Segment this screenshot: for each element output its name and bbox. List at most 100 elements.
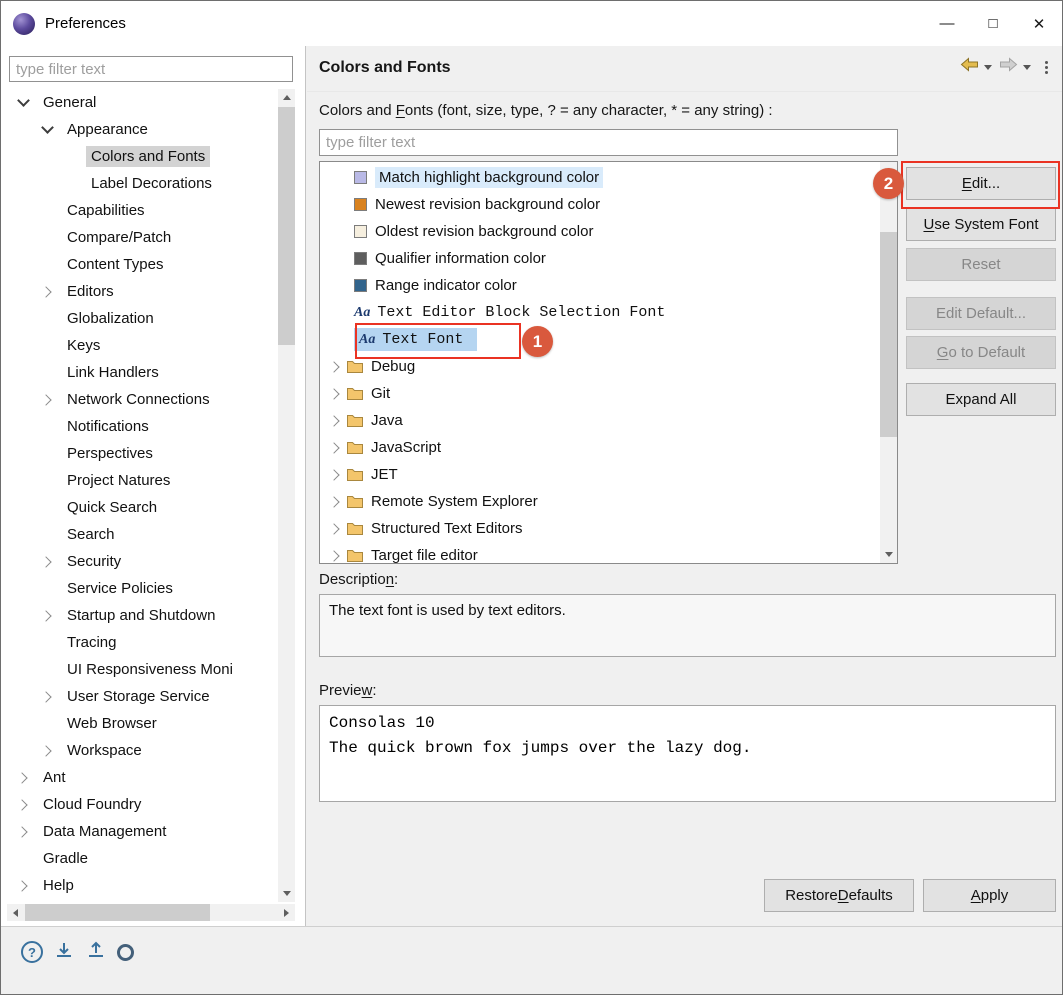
font-item-row[interactable]: AaText Editor Block Selection Font bbox=[320, 299, 897, 326]
scrollbar-thumb[interactable] bbox=[25, 904, 210, 921]
forward-history-dropdown-icon[interactable] bbox=[1023, 59, 1033, 75]
color-item-row[interactable]: Qualifier information color bbox=[320, 245, 897, 272]
tree-item-editors[interactable]: Editors bbox=[2, 278, 278, 305]
export-preferences-icon[interactable] bbox=[85, 941, 107, 960]
tree-item-web-browser[interactable]: Web Browser bbox=[2, 710, 278, 737]
scroll-up-icon[interactable] bbox=[278, 89, 295, 106]
reset-button[interactable]: Reset bbox=[906, 248, 1056, 281]
collapse-chevron-icon[interactable] bbox=[16, 764, 38, 791]
indent-spacer bbox=[40, 440, 62, 467]
tree-item-workspace[interactable]: Workspace bbox=[2, 737, 278, 764]
tree-item-data-management[interactable]: Data Management bbox=[2, 818, 278, 845]
restore-defaults-button[interactable]: Restore Defaults bbox=[764, 879, 914, 912]
collapse-chevron-icon[interactable] bbox=[40, 548, 62, 575]
collapse-chevron-icon[interactable] bbox=[328, 461, 346, 488]
tree-item-security[interactable]: Security bbox=[2, 548, 278, 575]
minimize-button[interactable]: — bbox=[924, 1, 970, 46]
collapse-chevron-icon[interactable] bbox=[40, 602, 62, 629]
edit-default-button[interactable]: Edit Default... bbox=[906, 297, 1056, 330]
tree-item-globalization[interactable]: Globalization bbox=[2, 305, 278, 332]
tree-item-general[interactable]: General bbox=[2, 89, 278, 116]
tree-item-perspectives[interactable]: Perspectives bbox=[2, 440, 278, 467]
tree-item-ui-responsiveness[interactable]: UI Responsiveness Moni bbox=[2, 656, 278, 683]
import-preferences-icon[interactable] bbox=[53, 941, 75, 960]
apply-button[interactable]: Apply bbox=[923, 879, 1056, 912]
tree-item-keys[interactable]: Keys bbox=[2, 332, 278, 359]
tree-item-quick-search[interactable]: Quick Search bbox=[2, 494, 278, 521]
tree-item-notifications[interactable]: Notifications bbox=[2, 413, 278, 440]
tree-item-startup-and-shutdown[interactable]: Startup and Shutdown bbox=[2, 602, 278, 629]
category-row-git[interactable]: Git bbox=[320, 380, 897, 407]
use-system-font-button[interactable]: Use System Font bbox=[906, 208, 1056, 241]
collapse-chevron-icon[interactable] bbox=[328, 407, 346, 434]
fonts-filter-input[interactable] bbox=[319, 129, 898, 156]
expand-chevron-icon[interactable] bbox=[40, 116, 62, 143]
forward-button[interactable] bbox=[999, 57, 1018, 77]
tree-item-label-decorations[interactable]: Label Decorations bbox=[2, 170, 278, 197]
color-item-row[interactable]: Match highlight background color bbox=[320, 164, 897, 191]
tree-item-link-handlers[interactable]: Link Handlers bbox=[2, 359, 278, 386]
collapse-chevron-icon[interactable] bbox=[328, 353, 346, 380]
tree-item-cloud-foundry[interactable]: Cloud Foundry bbox=[2, 791, 278, 818]
collapse-chevron-icon[interactable] bbox=[40, 683, 62, 710]
tree-item-project-natures[interactable]: Project Natures bbox=[2, 467, 278, 494]
category-row-java[interactable]: Java bbox=[320, 407, 897, 434]
tree-item-service-policies[interactable]: Service Policies bbox=[2, 575, 278, 602]
collapse-chevron-icon[interactable] bbox=[16, 818, 38, 845]
view-menu-icon[interactable] bbox=[1042, 59, 1050, 75]
tree-item-help[interactable]: Help bbox=[2, 872, 278, 899]
sidebar-vertical-scrollbar[interactable] bbox=[278, 89, 295, 902]
tree-item-search[interactable]: Search bbox=[2, 521, 278, 548]
collapse-chevron-icon[interactable] bbox=[328, 434, 346, 461]
preference-recorder-icon[interactable] bbox=[117, 944, 134, 961]
collapse-chevron-icon[interactable] bbox=[16, 791, 38, 818]
tree-item-gradle[interactable]: Gradle bbox=[2, 845, 278, 872]
collapse-chevron-icon[interactable] bbox=[328, 488, 346, 515]
color-item-row[interactable]: Newest revision background color bbox=[320, 191, 897, 218]
annotation-box-edit-button bbox=[901, 161, 1060, 209]
tree-item-network-connections[interactable]: Network Connections bbox=[2, 386, 278, 413]
sidebar-horizontal-scrollbar[interactable] bbox=[7, 904, 295, 921]
color-item-row[interactable]: Oldest revision background color bbox=[320, 218, 897, 245]
scrollbar-thumb[interactable] bbox=[278, 107, 295, 345]
scroll-down-icon[interactable] bbox=[278, 885, 295, 902]
back-history-dropdown-icon[interactable] bbox=[984, 59, 994, 75]
category-row-target-file-editor[interactable]: Target file editor bbox=[320, 542, 897, 564]
tree-item-content-types[interactable]: Content Types bbox=[2, 251, 278, 278]
window-controls: — □ ✕ bbox=[924, 1, 1062, 46]
collapse-chevron-icon[interactable] bbox=[40, 737, 62, 764]
tree-item-compare-patch[interactable]: Compare/Patch bbox=[2, 224, 278, 251]
tree-item-user-storage-service[interactable]: User Storage Service bbox=[2, 683, 278, 710]
maximize-button[interactable]: □ bbox=[970, 1, 1016, 46]
sidebar-filter-input[interactable] bbox=[9, 56, 293, 82]
collapse-chevron-icon[interactable] bbox=[40, 386, 62, 413]
tree-item-tracing[interactable]: Tracing bbox=[2, 629, 278, 656]
collapse-chevron-icon[interactable] bbox=[328, 515, 346, 542]
preferences-window: Preferences — □ ✕ General Appearance Col… bbox=[0, 0, 1063, 995]
scrollbar-thumb[interactable] bbox=[880, 232, 897, 437]
collapse-chevron-icon[interactable] bbox=[16, 872, 38, 899]
close-button[interactable]: ✕ bbox=[1016, 1, 1062, 46]
scroll-left-icon[interactable] bbox=[7, 904, 24, 921]
titlebar[interactable]: Preferences — □ ✕ bbox=[1, 1, 1062, 46]
expand-all-button[interactable]: Expand All bbox=[906, 383, 1056, 416]
tree-item-colors-and-fonts[interactable]: Colors and Fonts bbox=[2, 143, 278, 170]
expand-chevron-icon[interactable] bbox=[16, 89, 38, 116]
category-row-jet[interactable]: JET bbox=[320, 461, 897, 488]
help-icon[interactable]: ? bbox=[21, 941, 43, 963]
category-row-javascript[interactable]: JavaScript bbox=[320, 434, 897, 461]
scroll-right-icon[interactable] bbox=[278, 904, 295, 921]
tree-item-ant[interactable]: Ant bbox=[2, 764, 278, 791]
scroll-down-icon[interactable] bbox=[880, 546, 897, 563]
collapse-chevron-icon[interactable] bbox=[328, 380, 346, 407]
back-button[interactable] bbox=[960, 57, 979, 77]
collapse-chevron-icon[interactable] bbox=[40, 278, 62, 305]
tree-item-capabilities[interactable]: Capabilities bbox=[2, 197, 278, 224]
category-row-remote-system-explorer[interactable]: Remote System Explorer bbox=[320, 488, 897, 515]
list-vertical-scrollbar[interactable] bbox=[880, 162, 897, 563]
tree-item-appearance[interactable]: Appearance bbox=[2, 116, 278, 143]
collapse-chevron-icon[interactable] bbox=[328, 542, 346, 564]
category-row-structured-text-editors[interactable]: Structured Text Editors bbox=[320, 515, 897, 542]
color-item-row[interactable]: Range indicator color bbox=[320, 272, 897, 299]
go-to-default-button[interactable]: Go to Default bbox=[906, 336, 1056, 369]
